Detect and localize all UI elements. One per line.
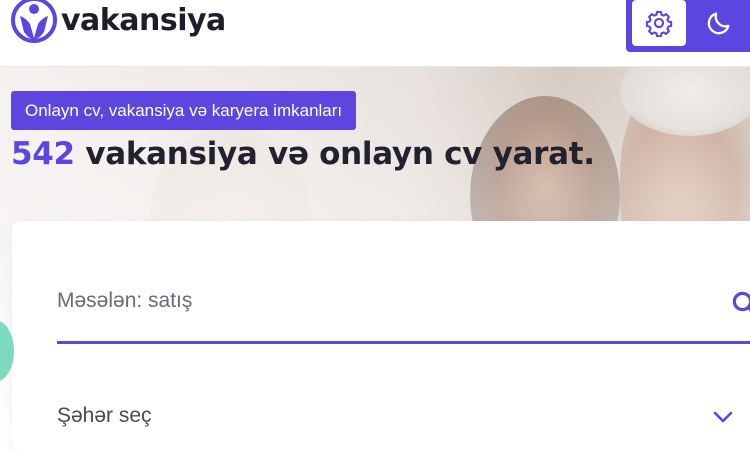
moon-icon (707, 12, 730, 35)
city-select[interactable]: Şəhər seç (57, 404, 152, 428)
vacancy-count: 542 (11, 136, 75, 172)
light-theme-button[interactable] (632, 0, 686, 46)
search-input[interactable] (57, 281, 750, 321)
gear-icon (645, 10, 673, 37)
logo[interactable]: vakansiya (10, 0, 226, 44)
search-icon[interactable] (730, 289, 750, 319)
headline-text: vakansiya və onlayn cv yarat. (85, 136, 595, 172)
dark-theme-button[interactable] (692, 0, 746, 46)
site-header: vakansiya (0, 0, 750, 67)
brand-name: vakansiya (61, 2, 226, 38)
person-tie-logo-icon (11, 0, 57, 43)
search-card: Şəhər seç (12, 221, 750, 451)
hero-headline: 542 vakansiya və onlayn cv yarat. (11, 136, 595, 172)
hero-tagline: Onlayn cv, vakansiya və karyera imkanlar… (11, 91, 357, 130)
theme-toggle[interactable] (626, 0, 750, 52)
search-input-underline (57, 341, 750, 344)
